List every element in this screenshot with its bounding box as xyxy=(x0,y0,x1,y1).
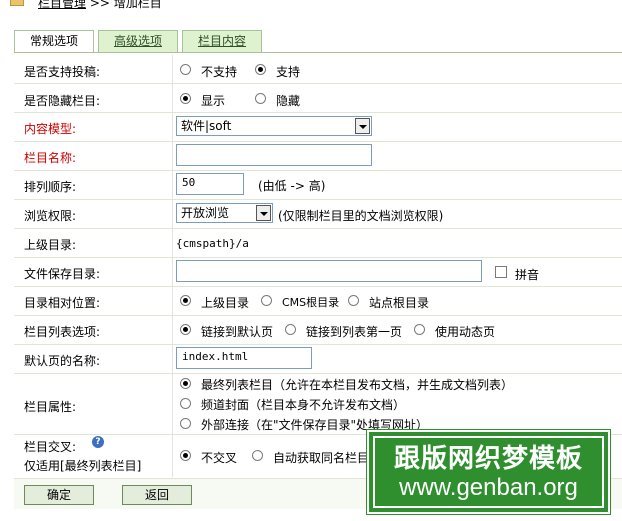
chevron-down-icon xyxy=(256,205,271,221)
breadcrumb-parent[interactable]: 栏目管理 xyxy=(38,0,86,11)
row-browse-permission: 浏览权限: 开放浏览 (仅限制栏目里的文档浏览权限) xyxy=(14,200,622,229)
attr-final-text: 最终列表栏目（允许在本栏目发布文档，并生成文档列表） xyxy=(201,378,514,392)
tab-advanced[interactable]: 高级选项 xyxy=(98,30,178,52)
cross-auto-radio[interactable] xyxy=(252,450,263,461)
relpos-site-text: 站点根目录 xyxy=(369,296,430,310)
confirm-button[interactable]: 确定 xyxy=(24,485,94,505)
save-dir-input[interactable] xyxy=(176,260,482,282)
hide-category-label: 是否隐藏栏目: xyxy=(24,94,101,108)
parent-dir-label: 上级目录: xyxy=(24,238,77,252)
row-relative-position: 目录相对位置: 上级目录 CMS根目录 站点根目录 xyxy=(14,287,622,316)
breadcrumb-separator: >> xyxy=(89,0,110,10)
row-hide-category: 是否隐藏栏目: 显示 隐藏 xyxy=(14,84,622,113)
relpos-site-radio[interactable] xyxy=(348,295,359,306)
tab-divider xyxy=(14,52,622,53)
content-model-select[interactable]: 软件|soft xyxy=(176,116,372,136)
list-dynamic-text: 使用动态页 xyxy=(435,325,496,339)
list-first-radio[interactable] xyxy=(285,324,296,335)
allow-submit-yes-text: 支持 xyxy=(276,65,301,79)
row-allow-submit: 是否支持投稿: 不支持 支持 xyxy=(14,55,622,84)
tab-content[interactable]: 栏目内容 xyxy=(182,30,262,52)
cross-note: 仅适用[最终列表栏目] xyxy=(24,459,142,473)
attr-channel-radio[interactable] xyxy=(180,398,191,409)
row-sort-order: 排列顺序: 50 (由低 -> 高) xyxy=(14,171,622,200)
row-save-dir: 文件保存目录: 拼音 xyxy=(14,258,622,287)
allow-submit-yes-radio[interactable] xyxy=(255,64,266,75)
help-icon[interactable]: ? xyxy=(92,436,104,448)
relpos-parent-radio[interactable] xyxy=(180,295,191,306)
show-text: 显示 xyxy=(201,94,226,108)
list-first-text: 链接到列表第一页 xyxy=(306,325,403,339)
breadcrumb-current: 增加栏目 xyxy=(113,0,162,10)
content-model-value: 软件|soft xyxy=(181,119,232,133)
list-options-label: 栏目列表选项: xyxy=(24,325,101,339)
cross-none-radio[interactable] xyxy=(180,450,191,461)
save-dir-label: 文件保存目录: xyxy=(24,267,101,281)
row-category-attr: 栏目属性: 最终列表栏目（允许在本栏目发布文档，并生成文档列表） 频道封面（栏目… xyxy=(14,374,622,435)
pinyin-text: 拼音 xyxy=(515,268,540,282)
category-name-input[interactable] xyxy=(176,144,372,166)
default-page-label: 默认页的名称: xyxy=(24,354,101,368)
relative-position-label: 目录相对位置: xyxy=(24,296,101,310)
row-category-name: 栏目名称: xyxy=(14,142,622,171)
hide-text: 隐藏 xyxy=(276,94,301,108)
relpos-cms-radio[interactable] xyxy=(261,295,272,306)
category-attr-label: 栏目属性: xyxy=(24,400,77,414)
row-content-model: 内容模型: 软件|soft xyxy=(14,113,622,142)
show-radio[interactable] xyxy=(180,93,191,104)
hide-radio[interactable] xyxy=(255,93,266,104)
browse-permission-value: 开放浏览 xyxy=(181,206,230,220)
watermark-title: 跟版网织梦模板 xyxy=(393,444,583,474)
breadcrumb: 栏目管理 >> 增加栏目 xyxy=(0,0,622,22)
content-model-label: 内容模型: xyxy=(24,122,77,136)
cross-auto-text: 自动获取同名栏目 xyxy=(273,451,370,465)
browse-permission-select[interactable]: 开放浏览 xyxy=(176,203,273,223)
folder-icon xyxy=(10,0,24,6)
relpos-cms-text: CMS根目录 xyxy=(282,296,340,309)
sort-order-input[interactable]: 50 xyxy=(176,173,244,195)
default-page-input[interactable]: index.html xyxy=(176,347,312,369)
row-default-page: 默认页的名称: index.html xyxy=(14,345,622,374)
relpos-parent-text: 上级目录 xyxy=(201,296,250,310)
browse-permission-label: 浏览权限: xyxy=(24,209,77,223)
watermark-url: www.genban.org xyxy=(399,474,578,501)
sort-order-label: 排列顺序: xyxy=(24,180,77,194)
attr-external-radio[interactable] xyxy=(180,418,191,429)
browse-permission-hint: (仅限制栏目里的文档浏览权限) xyxy=(278,209,444,223)
list-default-text: 链接到默认页 xyxy=(201,325,274,339)
sort-order-hint: (由低 -> 高) xyxy=(258,179,326,193)
allow-submit-label: 是否支持投稿: xyxy=(24,65,101,79)
back-button[interactable]: 返回 xyxy=(122,485,192,505)
allow-submit-no-text: 不支持 xyxy=(201,65,238,79)
category-name-label: 栏目名称: xyxy=(24,151,77,165)
chevron-down-icon xyxy=(355,118,370,134)
tab-general[interactable]: 常规选项 xyxy=(14,30,94,53)
attr-channel-text: 频道封面（栏目本身不允许发布文档） xyxy=(201,398,406,412)
list-dynamic-radio[interactable] xyxy=(414,324,425,335)
watermark: 跟版网织梦模板 www.genban.org xyxy=(366,429,611,515)
parent-dir-value: {cmspath}/a xyxy=(176,237,249,250)
pinyin-checkbox[interactable] xyxy=(495,266,507,278)
cross-none-text: 不交叉 xyxy=(201,451,238,465)
row-list-options: 栏目列表选项: 链接到默认页 链接到列表第一页 使用动态页 xyxy=(14,316,622,345)
attr-final-radio[interactable] xyxy=(180,378,191,389)
row-parent-dir: 上级目录: {cmspath}/a xyxy=(14,229,622,258)
allow-submit-no-radio[interactable] xyxy=(180,64,191,75)
list-default-radio[interactable] xyxy=(180,324,191,335)
cross-label: 栏目交叉: xyxy=(24,440,77,454)
